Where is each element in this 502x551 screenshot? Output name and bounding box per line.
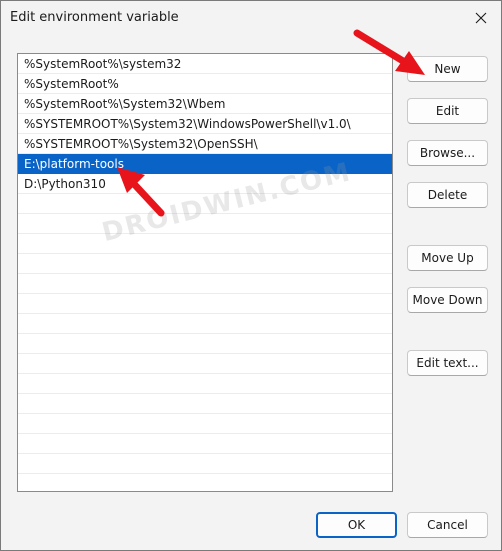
move-up-button[interactable]: Move Up <box>407 245 488 271</box>
new-button[interactable]: New <box>407 56 488 82</box>
edit-text-button[interactable]: Edit text... <box>407 350 488 376</box>
list-item[interactable]: D:\Python310 <box>18 174 392 194</box>
edit-environment-variable-dialog: Edit environment variable %SystemRoot%\s… <box>0 0 502 551</box>
move-down-button[interactable]: Move Down <box>407 287 488 313</box>
list-item[interactable]: %SYSTEMROOT%\System32\WindowsPowerShell\… <box>18 114 392 134</box>
window-title: Edit environment variable <box>10 10 179 25</box>
list-item-selected[interactable]: E:\platform-tools <box>18 154 392 174</box>
close-icon <box>475 12 487 24</box>
close-button[interactable] <box>461 1 501 35</box>
path-list[interactable]: %SystemRoot%\system32 %SystemRoot% %Syst… <box>17 53 393 492</box>
edit-button[interactable]: Edit <box>407 98 488 124</box>
delete-button[interactable]: Delete <box>407 182 488 208</box>
list-item[interactable]: %SystemRoot%\system32 <box>18 54 392 74</box>
ok-button[interactable]: OK <box>316 512 397 538</box>
list-item[interactable]: %SYSTEMROOT%\System32\OpenSSH\ <box>18 134 392 154</box>
cancel-button[interactable]: Cancel <box>407 512 488 538</box>
browse-button[interactable]: Browse... <box>407 140 488 166</box>
list-item[interactable]: %SystemRoot%\System32\Wbem <box>18 94 392 114</box>
list-item[interactable]: %SystemRoot% <box>18 74 392 94</box>
title-bar: Edit environment variable <box>1 1 501 35</box>
